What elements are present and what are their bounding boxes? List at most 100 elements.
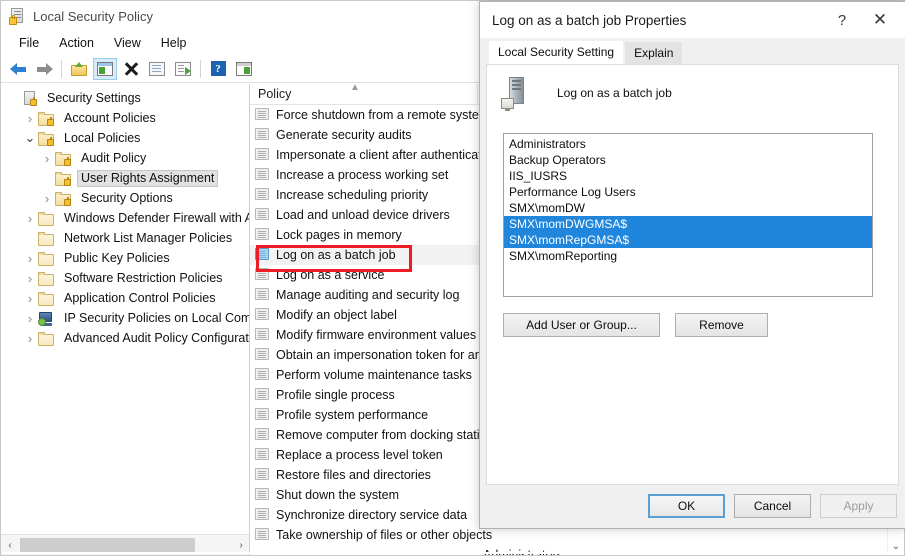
- policy-icon: [255, 408, 270, 422]
- policy-icon: [255, 488, 270, 502]
- policy-name-cell: Increase scheduling priority: [276, 188, 429, 202]
- policy-name-cell: Profile system performance: [276, 408, 429, 422]
- user-group-list[interactable]: Administrators Backup Operators IIS_IUSRS P…: [503, 133, 873, 297]
- tree-scrollbar-thumb[interactable]: [20, 538, 195, 552]
- plain-folder-icon: [38, 291, 55, 306]
- tree-node[interactable]: › Windows Defender Firewall with Advan: [1, 208, 249, 228]
- list-item[interactable]: SMX\momDWGMSA$: [504, 216, 872, 232]
- apply-button[interactable]: Apply: [820, 494, 897, 518]
- policy-icon: [255, 228, 270, 242]
- ip-security-icon: [38, 311, 55, 326]
- cancel-button[interactable]: Cancel: [734, 494, 811, 518]
- list-item[interactable]: SMX\momReporting: [504, 248, 872, 264]
- chevron-right-icon[interactable]: ›: [22, 250, 38, 266]
- tree-node[interactable]: User Rights Assignment: [1, 168, 249, 188]
- delete-button[interactable]: [119, 58, 143, 80]
- export-list-button[interactable]: [171, 58, 195, 80]
- plain-folder-icon: [38, 251, 55, 266]
- menu-action[interactable]: Action: [49, 34, 104, 52]
- tree-node[interactable]: › Account Policies: [1, 108, 249, 128]
- tree-node[interactable]: › Software Restriction Policies: [1, 268, 249, 288]
- tree-node[interactable]: › Advanced Audit Policy Configuration: [1, 328, 249, 348]
- policy-name-cell: Shut down the system: [276, 488, 399, 502]
- chevron-right-icon[interactable]: ›: [22, 210, 38, 226]
- chevron-right-icon[interactable]: ›: [39, 190, 55, 206]
- chevron-right-icon[interactable]: ›: [39, 150, 55, 166]
- policy-folder-icon: [55, 151, 72, 166]
- ok-button[interactable]: OK: [648, 494, 725, 518]
- list-item[interactable]: IIS_IUSRS: [504, 168, 872, 184]
- remove-button[interactable]: Remove: [675, 313, 768, 337]
- list-item[interactable]: Performance Log Users: [504, 184, 872, 200]
- console-tree: Security Settings › Account Policies ⌄ Local…: [1, 84, 249, 533]
- dialog-tabs: Local Security Setting Explain: [480, 38, 905, 64]
- policy-name-cell: Synchronize directory service data: [276, 508, 468, 522]
- policy-name-cell: Restore files and directories: [276, 468, 431, 482]
- chevron-right-icon[interactable]: ›: [22, 330, 38, 346]
- list-item[interactable]: Administrators: [504, 136, 872, 152]
- dialog-close-button[interactable]: ✕: [861, 5, 899, 35]
- tree-node[interactable]: › IP Security Policies on Local Computer: [1, 308, 249, 328]
- new-window-button[interactable]: [232, 58, 256, 80]
- tree-node-spacer: [22, 230, 38, 246]
- tree-node[interactable]: Security Settings: [1, 88, 249, 108]
- policy-name-cell: Manage auditing and security log: [276, 288, 460, 302]
- column-header-policy[interactable]: Policy ▲: [250, 84, 478, 105]
- up-one-level-button[interactable]: [67, 58, 91, 80]
- policy-folder-icon: [38, 111, 55, 126]
- back-arrow-icon: [9, 62, 27, 76]
- policy-icon: [255, 208, 270, 222]
- tree-node[interactable]: › Application Control Policies: [1, 288, 249, 308]
- policy-icon: [255, 288, 270, 302]
- tree-node[interactable]: ⌄ Local Policies: [1, 128, 249, 148]
- policy-icon: [255, 268, 270, 282]
- status-bar: [2, 552, 903, 554]
- policy-name-cell: Replace a process level token: [276, 448, 443, 462]
- list-item[interactable]: Backup Operators: [504, 152, 872, 168]
- forward-button[interactable]: [32, 58, 56, 80]
- toolbar-separator-1: [61, 59, 62, 78]
- tree-node[interactable]: › Public Key Policies: [1, 248, 249, 268]
- menu-view[interactable]: View: [104, 34, 151, 52]
- tab-explain[interactable]: Explain: [625, 42, 683, 64]
- policy-name-cell: Perform volume maintenance tasks: [276, 368, 472, 382]
- tree-node-label: Security Options: [81, 190, 173, 205]
- folder-up-icon: [71, 61, 87, 76]
- list-item[interactable]: SMX\momRepGMSA$: [504, 232, 872, 248]
- tree-node[interactable]: Network List Manager Policies: [1, 228, 249, 248]
- tree-node-label: Advanced Audit Policy Configuration: [64, 330, 249, 345]
- dialog-policy-header: Log on as a batch job: [487, 65, 898, 111]
- tree-node[interactable]: › Security Options: [1, 188, 249, 208]
- tree-node-label: Public Key Policies: [64, 250, 170, 265]
- chevron-right-icon[interactable]: ›: [22, 310, 38, 326]
- dialog-footer: OK Cancel Apply: [480, 484, 905, 528]
- help-button[interactable]: ?: [206, 58, 230, 80]
- back-button[interactable]: [6, 58, 30, 80]
- policy-icon: [255, 148, 270, 162]
- properties-button[interactable]: [145, 58, 169, 80]
- delete-x-icon: [124, 62, 138, 76]
- chevron-right-icon[interactable]: ›: [22, 110, 38, 126]
- menu-file[interactable]: File: [9, 34, 49, 52]
- tab-local-security-setting[interactable]: Local Security Setting: [489, 41, 624, 64]
- tree-node-label: Audit Policy: [81, 150, 147, 165]
- menu-help[interactable]: Help: [151, 34, 197, 52]
- list-item[interactable]: SMX\momDW: [504, 200, 872, 216]
- toolbar-separator-2: [200, 59, 201, 78]
- policy-icon: [255, 528, 270, 542]
- chevron-down-icon[interactable]: ⌄: [22, 130, 38, 146]
- export-list-icon: [175, 61, 191, 76]
- help-question-icon: ?: [210, 61, 226, 76]
- chevron-right-icon[interactable]: ›: [22, 270, 38, 286]
- show-hide-tree-button[interactable]: [93, 57, 117, 80]
- policy-icon: [255, 348, 270, 362]
- window-title: Local Security Policy: [33, 8, 153, 24]
- add-user-or-group-button[interactable]: Add User or Group...: [503, 313, 660, 337]
- policy-name-cell: Profile single process: [276, 388, 395, 402]
- plain-folder-icon: [38, 331, 55, 346]
- tree-node[interactable]: › Audit Policy: [1, 148, 249, 168]
- dialog-help-button[interactable]: ?: [823, 5, 861, 35]
- policy-icon: [255, 168, 270, 182]
- policy-icon: [255, 248, 270, 262]
- chevron-right-icon[interactable]: ›: [22, 290, 38, 306]
